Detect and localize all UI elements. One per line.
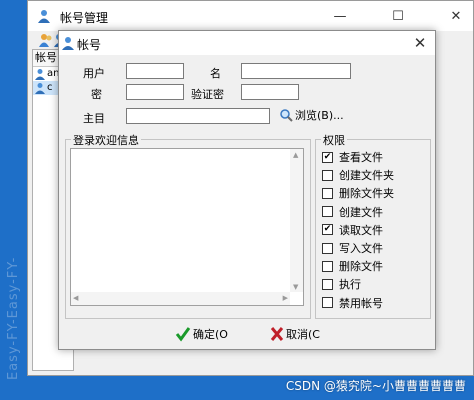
checkbox-checked[interactable]: ✔ bbox=[322, 151, 333, 163]
name-field[interactable] bbox=[241, 63, 351, 79]
browse-label: 浏览(B)... bbox=[295, 109, 344, 122]
checkbox[interactable] bbox=[322, 206, 333, 218]
cancel-label: 取消(C bbox=[286, 328, 320, 341]
checkbox[interactable] bbox=[322, 187, 333, 199]
permission-label: 删除文件夹 bbox=[339, 187, 394, 201]
permission-checkbox-row[interactable]: ✔ 读取文件 bbox=[322, 222, 383, 238]
permission-checkbox-row[interactable]: 写入文件 bbox=[322, 240, 383, 256]
home-directory-field[interactable] bbox=[126, 108, 270, 124]
checkbox[interactable] bbox=[322, 242, 333, 254]
user-icon bbox=[35, 69, 45, 80]
maximize-button[interactable]: ☐ bbox=[381, 1, 415, 31]
checkmark-icon bbox=[175, 327, 191, 342]
permission-checkbox-row[interactable]: 删除文件 bbox=[322, 258, 383, 274]
checkbox-checked[interactable]: ✔ bbox=[322, 224, 333, 236]
cross-icon bbox=[270, 327, 284, 341]
scroll-up-arrow-icon[interactable]: ▲ bbox=[293, 151, 298, 159]
checkbox[interactable] bbox=[322, 297, 333, 309]
permission-label: 删除文件 bbox=[339, 260, 383, 274]
permission-label: 执行 bbox=[339, 278, 361, 292]
scroll-down-arrow-icon[interactable]: ▼ bbox=[293, 283, 298, 291]
ok-label: 确定(O bbox=[193, 328, 228, 341]
permission-checkbox-row[interactable]: 创建文件 bbox=[322, 204, 383, 220]
vertical-scrollbar[interactable]: ▲ ▼ bbox=[290, 149, 303, 292]
permission-checkbox-row[interactable]: 执行 bbox=[322, 276, 361, 292]
permissions-label: 权限 bbox=[321, 132, 347, 148]
account-dialog: 帐号 ✕ 用户 名 密 验证密 主目 浏览(B)... 登录欢迎信息 ▲ ▼ ◀… bbox=[58, 30, 436, 350]
list-item-label: c bbox=[47, 82, 53, 93]
users-icon[interactable] bbox=[38, 32, 54, 48]
permission-checkbox-row[interactable]: 删除文件夹 bbox=[322, 185, 394, 201]
verify-password-field[interactable] bbox=[241, 84, 299, 100]
minimize-button[interactable]: — bbox=[323, 1, 357, 31]
checkbox[interactable] bbox=[322, 278, 333, 290]
user-icon bbox=[62, 37, 74, 50]
permission-label: 读取文件 bbox=[339, 223, 383, 237]
ok-button[interactable]: 确定(O bbox=[175, 325, 228, 343]
verify-password-label: 验证密 bbox=[191, 88, 224, 101]
horizontal-scrollbar[interactable]: ◀ ▶ bbox=[71, 292, 290, 305]
scroll-left-arrow-icon[interactable]: ◀ bbox=[73, 294, 78, 302]
scroll-right-arrow-icon[interactable]: ▶ bbox=[283, 294, 288, 302]
password-field[interactable] bbox=[126, 84, 184, 100]
permission-label: 禁用帐号 bbox=[339, 296, 383, 310]
permission-label: 创建文件 bbox=[339, 205, 383, 219]
welcome-message-textarea[interactable]: ▲ ▼ ◀ ▶ bbox=[70, 148, 304, 306]
permission-label: 创建文件夹 bbox=[339, 169, 394, 183]
cancel-button[interactable]: 取消(C bbox=[270, 325, 320, 343]
main-titlebar: 帐号管理 — ☐ ✕ bbox=[28, 1, 473, 31]
username-label: 用户 bbox=[83, 67, 105, 80]
permission-label: 查看文件 bbox=[339, 151, 383, 164]
dialog-titlebar: 帐号 ✕ bbox=[59, 31, 435, 55]
magnifier-icon bbox=[280, 109, 293, 122]
permission-checkbox-row[interactable]: ✔ 查看文件 bbox=[322, 149, 383, 165]
main-window-title: 帐号管理 bbox=[60, 11, 109, 25]
welcome-message-label: 登录欢迎信息 bbox=[71, 132, 141, 148]
dialog-close-button[interactable]: ✕ bbox=[411, 34, 429, 52]
checkbox[interactable] bbox=[322, 169, 333, 181]
app-icon bbox=[38, 10, 50, 23]
home-directory-label: 主目 bbox=[83, 112, 105, 125]
csdn-watermark: CSDN @猿究院~小曹曹曹曹曹曹 bbox=[285, 379, 466, 393]
username-field[interactable] bbox=[126, 63, 184, 79]
permission-checkbox-row[interactable]: 创建文件夹 bbox=[322, 167, 394, 183]
password-label: 密 bbox=[91, 88, 102, 101]
permission-label: 写入文件 bbox=[339, 242, 383, 255]
name-label: 名 bbox=[210, 67, 221, 80]
close-button[interactable]: ✕ bbox=[439, 1, 473, 31]
user-icon bbox=[35, 83, 45, 94]
browse-button[interactable]: 浏览(B)... bbox=[279, 107, 344, 123]
checkbox[interactable] bbox=[322, 260, 333, 272]
side-watermark: Easy-FY-Easy-FY- bbox=[6, 256, 21, 380]
dialog-title: 帐号 bbox=[77, 38, 102, 52]
permission-checkbox-row[interactable]: 禁用帐号 bbox=[322, 295, 383, 311]
